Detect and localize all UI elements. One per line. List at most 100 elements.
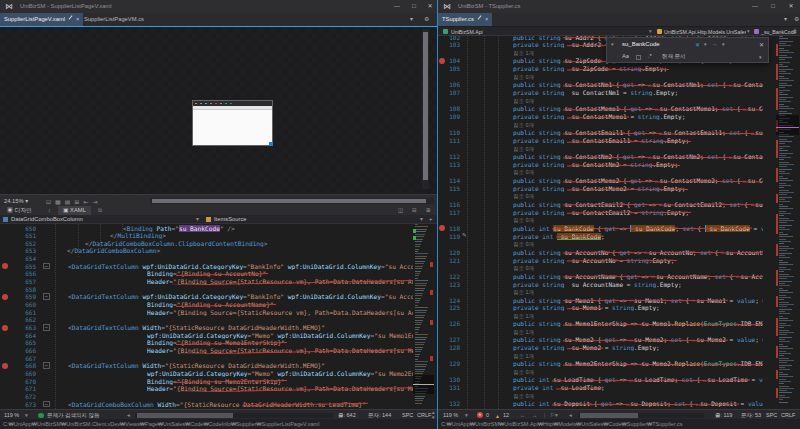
warnings-count[interactable]: 12 [503, 412, 509, 418]
nav-type[interactable]: UniBizSM.Api.Http.Models.UniSales.Code.S [664, 29, 746, 35]
chevron-down-icon[interactable]: ▾ [722, 41, 725, 47]
code-line[interactable]: 660Binding="{Binding su_AccountName}" [0, 301, 437, 309]
nav-project[interactable]: UniBizSM.Api [451, 29, 483, 35]
tab-tsupplier-cs[interactable]: TSupplier.cs× [438, 13, 492, 26]
breadcrumb-element[interactable]: DataGridComboBoxColumn [11, 216, 83, 222]
code-line[interactable]: 127public string su_Memo2 { get => _su_M… [438, 336, 800, 344]
breakpoint-icon[interactable] [2, 363, 8, 369]
code-line[interactable]: 663–<DataGridTextColumn Width="{StaticRe… [0, 324, 437, 332]
code-line[interactable]: 121private string _su_AccountNo = string… [438, 256, 800, 264]
code-line[interactable]: ✎119private int _su_BankCode; [438, 232, 800, 240]
code-line[interactable]: 652</DataGridComboBoxColumn.ClipboardCon… [0, 239, 437, 247]
scroll-left-icon[interactable]: ◂ [569, 412, 572, 418]
close-button[interactable]: ✕ [784, 0, 798, 12]
expand-pane-icon[interactable]: ⊞ [426, 207, 431, 213]
code-line[interactable]: 120public string su_AccountNo { get => _… [438, 248, 800, 256]
chevron-down-icon[interactable]: ▾ [420, 216, 423, 222]
code-line[interactable]: 131private int _su_LeadTime; [438, 384, 800, 392]
designer-horizontal-scrollbar[interactable] [150, 198, 434, 204]
code-line[interactable]: 125private string _su_Memo1 = string.Emp… [438, 304, 800, 312]
editor-horizontal-scrollbar[interactable] [135, 413, 333, 418]
codelens-line[interactable]: 참조 0개 [438, 192, 800, 200]
code-line[interactable]: 662 [0, 316, 437, 324]
maximize-button[interactable]: □ [766, 0, 780, 12]
tab-supplierlistpagevm-cs[interactable]: SupplierListPageVM.cs [80, 13, 148, 26]
match-case-button[interactable]: Aa [622, 53, 629, 59]
codelens-line[interactable]: 참조 0개 [438, 73, 800, 81]
fold-collapse-icon[interactable]: – [43, 401, 50, 408]
tab-list-dropdown-icon[interactable]: ▾ [410, 15, 413, 22]
code-line[interactable]: 672 [0, 393, 437, 401]
code-line[interactable]: 673–<DataGridComboBoxColumn Width="{Stat… [0, 400, 437, 408]
fold-collapse-icon[interactable]: – [43, 362, 50, 369]
minimap[interactable] [776, 36, 799, 409]
chevron-down-icon[interactable]: ▾ [649, 28, 652, 34]
warnings-icon[interactable]: ▲ [495, 413, 500, 419]
search-input[interactable]: su_BankCode [622, 41, 660, 47]
code-line[interactable]: 654 [0, 255, 437, 263]
code-line[interactable]: 117private string _su_ContactEmail2 = st… [438, 208, 800, 216]
codelens-line[interactable]: 참조 0개 [438, 216, 800, 224]
editor-zoom[interactable]: 119 % [443, 412, 458, 418]
code-line[interactable]: 653</DataGridComboBoxColumn> [0, 247, 437, 255]
chevron-down-icon[interactable]: ▾ [196, 216, 199, 222]
code-line[interactable]: 105private string _su_ZipCode = string.E… [438, 65, 800, 73]
code-line[interactable]: 126public string su_Memo1EnterSkip => su… [438, 320, 800, 328]
code-line[interactable]: 658 [0, 285, 437, 293]
code-line[interactable]: 657Header="{Binding Source={StaticResour… [0, 278, 437, 286]
navigate-forward-icon[interactable]: → [532, 412, 538, 418]
editor-horizontal-scrollbar[interactable] [578, 413, 704, 418]
breakpoint-icon[interactable] [2, 325, 8, 331]
plus-icon[interactable]: + [429, 216, 432, 222]
codelens-line[interactable]: 참조 1개 [438, 288, 800, 296]
code-line[interactable]: 130public int su_LeadTime { get => _su_L… [438, 376, 800, 384]
codelens-line[interactable]: 참조 0개 [438, 145, 800, 153]
chevron-down-icon[interactable]: ▾ [704, 41, 707, 47]
codelens-line[interactable]: 참조 1개 [438, 352, 800, 360]
codelens-line[interactable]: 참조 0개 [438, 121, 800, 129]
close-find-icon[interactable]: ✕ [759, 41, 764, 48]
chevron-down-icon[interactable]: ▾ [747, 28, 750, 34]
codelens-line[interactable]: 참조 0개 [438, 168, 800, 176]
clear-search-icon[interactable]: ✕ [695, 41, 700, 48]
code-line[interactable]: 115private string _su_ContactMemo2 = str… [438, 184, 800, 192]
code-line[interactable]: 114public string su_ContactMemo2 { get =… [438, 176, 800, 184]
code-line[interactable]: 124public string su_Memo1 { get => _su_M… [438, 296, 800, 304]
code-line[interactable]: 656Binding="{Binding su_AccountNo}" [0, 270, 437, 278]
code-line[interactable]: 129public string su_Memo2EnterSkip => su… [438, 360, 800, 368]
tab-xaml[interactable]: ▣ XAML [58, 206, 91, 215]
scroll-left-icon[interactable]: ◂ [127, 412, 130, 418]
chevron-down-icon[interactable]: ▾ [759, 54, 762, 60]
gear-icon[interactable]: ⚙ [794, 15, 799, 22]
code-line[interactable]: 106public string su_ContactNm1 { get => … [438, 81, 800, 89]
gear-icon[interactable]: ⚙ [424, 15, 429, 22]
nav-member[interactable]: _su_BankCode [761, 29, 796, 35]
codelens-line[interactable]: 참조 0개 [438, 97, 800, 105]
popout-icon[interactable]: ⧉ [98, 207, 102, 214]
breadcrumb-property[interactable]: ItemsSource [214, 216, 247, 222]
designer-vertical-scrollbar[interactable] [422, 29, 429, 189]
pin-icon[interactable] [69, 15, 73, 21]
expand-icon[interactable]: ▾ [611, 41, 614, 47]
fold-collapse-icon[interactable]: – [43, 263, 50, 270]
code-line[interactable]: 661Header="{Binding Source={StaticResour… [0, 308, 437, 316]
tool-dropdown-icon[interactable]: ⚐▾ [550, 412, 558, 418]
navigate-back-icon[interactable]: ← [520, 412, 526, 418]
code-line[interactable]: 670Binding="{Binding su_Memo2EnterSkip}" [0, 377, 437, 385]
editor-zoom[interactable]: 119 % [4, 412, 19, 418]
code-line[interactable]: 655–<DataGridTextColumn wpf:UniDataGrid.… [0, 262, 437, 270]
whole-word-button[interactable] [636, 55, 641, 60]
breakpoint-icon[interactable] [2, 294, 8, 300]
code-line[interactable]: 659–<DataGridTextColumn wpf:UniDataGrid.… [0, 293, 437, 301]
codelens-line[interactable]: 참조 0개 [438, 392, 800, 400]
design-preview-window[interactable] [192, 100, 273, 146]
xaml-designer-canvas[interactable] [0, 27, 437, 194]
code-line[interactable]: 113private string _su_ContactNm2 = strin… [438, 161, 800, 169]
vertical-split-icon[interactable]: ◫ [398, 207, 403, 213]
errors-count[interactable]: 0 [486, 412, 489, 418]
codelens-line[interactable]: 참조 0개 [438, 264, 800, 272]
xaml-code-editor[interactable]: 650<Binding Path="su_BankCode" />651</Mu… [0, 224, 437, 409]
horizontal-split-icon[interactable]: ⊟ [412, 207, 417, 213]
close-button[interactable]: ✕ [423, 0, 437, 12]
find-next-icon[interactable]: → [712, 41, 718, 47]
